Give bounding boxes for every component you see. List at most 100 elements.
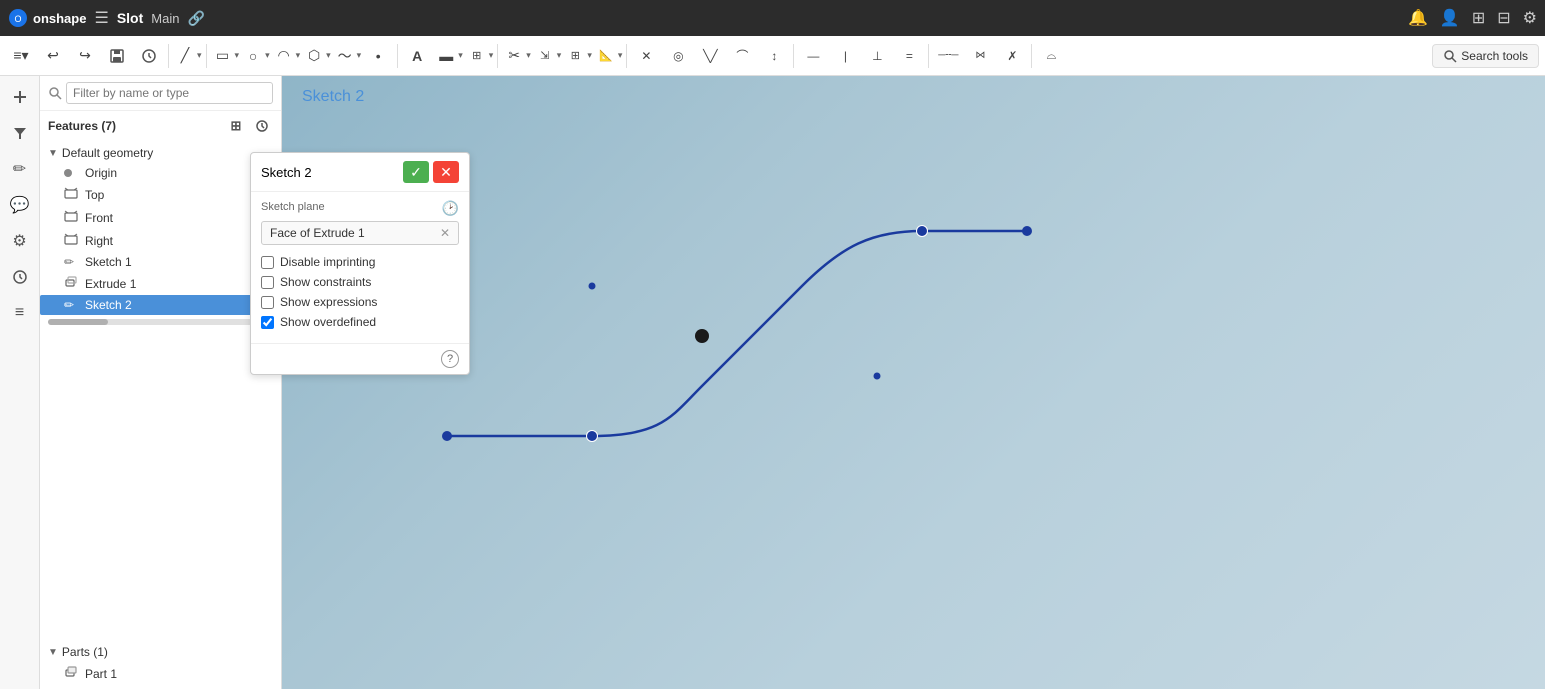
origin-item[interactable]: Origin [40,163,281,183]
history-clock-icon[interactable] [5,262,35,292]
feature-list-toggle-button[interactable]: ≡▾ [6,41,36,71]
measure-tool-arrow[interactable]: ▾ [618,50,623,61]
measure-tool-group[interactable]: 📐 ▾ [594,41,623,71]
pattern-tool-button[interactable]: ⊞ [563,41,587,71]
rectangle-tool-button[interactable]: ▭ [211,41,235,71]
fix-constraint-button[interactable]: ✗ [997,41,1027,71]
show-expressions-checkbox[interactable] [261,296,274,309]
sym-constraint-button[interactable]: ⋈ [965,41,995,71]
feature-scrollbar-thumb[interactable] [48,319,108,325]
layout-icon[interactable]: ⊟ [1497,8,1510,28]
measure-tool-button[interactable]: 📐 [594,41,618,71]
transform-tool-group[interactable]: ⊞ ▾ [465,41,494,71]
text-tool-button[interactable]: A [402,41,432,71]
horizontal-constraint-button[interactable]: — [798,41,828,71]
control-point-2[interactable] [917,226,928,237]
part1-item[interactable]: Part 1 [40,662,281,685]
endpoint-right[interactable] [1022,226,1032,236]
tangent-constraint-button[interactable]: ⌒ [727,41,757,71]
line-tool-group[interactable]: ╱ ▾ [173,41,202,71]
arc-tool-button[interactable]: ◠ [272,41,296,71]
perpendicular-constraint-button[interactable]: ⊥ [862,41,892,71]
top-plane-item[interactable]: Top [40,183,281,206]
control-point-1[interactable] [587,431,598,442]
hamburger-menu[interactable]: ☰ [94,8,108,28]
notifications-icon[interactable]: 🔔 [1408,8,1428,28]
arc-tool-group[interactable]: ◠ ▾ [272,41,301,71]
sketch2-item[interactable]: ✏ Sketch 2 [40,295,281,315]
show-overdefined-checkbox[interactable] [261,316,274,329]
spline-tool-arrow[interactable]: ▾ [357,50,362,61]
settings-cog-icon[interactable]: ⚙ [5,226,35,256]
equal-constraint-button[interactable]: ─╌─ [933,41,963,71]
line-tool-arrow[interactable]: ▾ [197,50,202,61]
filter-icon[interactable] [5,118,35,148]
line-tool-button[interactable]: ╱ [173,41,197,71]
history-button[interactable] [134,41,164,71]
link-icon[interactable]: 🔗 [187,10,204,27]
polygon-tool-button[interactable]: ⬡ [302,41,326,71]
sketch-plane-clear-button[interactable]: ✕ [440,226,450,240]
point-tool-button[interactable]: • [363,41,393,71]
arc-tool-arrow[interactable]: ▾ [296,50,301,61]
save-button[interactable] [102,41,132,71]
polygon-tool-arrow[interactable]: ▾ [326,50,331,61]
feature-scrollbar[interactable] [48,319,273,325]
feature-history-icon[interactable] [251,115,273,137]
slot-tool-arrow[interactable]: ▾ [458,50,463,61]
redo-button[interactable]: ↪ [70,41,100,71]
settings-icon[interactable]: ⚙ [1523,8,1537,28]
chat-icon[interactable]: 💬 [5,190,35,220]
parts-group[interactable]: ▼ Parts (1) [40,642,281,662]
spline-tool-button[interactable]: 〜 [333,41,357,71]
coincident-constraint-button[interactable]: ✕ [631,41,661,71]
extrude1-item[interactable]: Extrude 1 [40,272,281,295]
slot-tool-button[interactable]: ▬ [434,41,458,71]
transform-tool-arrow[interactable]: ▾ [489,50,494,61]
undo-button[interactable]: ↩ [38,41,68,71]
offset-tool-arrow[interactable]: ▾ [557,50,562,61]
circle-tool-button[interactable]: ○ [241,41,265,71]
concentric-constraint-button[interactable]: ◎ [663,41,693,71]
offset-tool-button[interactable]: ⇲ [533,41,557,71]
parts-list-icon[interactable]: ≡ [5,298,35,328]
arc-dim-button[interactable]: ⌓ [1036,41,1066,71]
disable-imprinting-checkbox[interactable] [261,256,274,269]
trim-tool-group[interactable]: ✂ ▾ [502,41,531,71]
front-plane-item[interactable]: Front [40,206,281,229]
transform-tool-button[interactable]: ⊞ [465,41,489,71]
rectangle-tool-group[interactable]: ▭ ▾ [211,41,240,71]
polygon-tool-group[interactable]: ⬡ ▾ [302,41,331,71]
feature-display-icon[interactable]: ⊞ [225,115,247,137]
add-feature-icon[interactable] [5,82,35,112]
grid-icon[interactable]: ⊞ [1472,8,1485,28]
main-tab[interactable]: Main [151,11,179,26]
parallel-constraint-button[interactable]: = [894,41,924,71]
show-constraints-checkbox[interactable] [261,276,274,289]
vertical-constraint-button[interactable]: | [830,41,860,71]
circle-tool-group[interactable]: ○ ▾ [241,41,270,71]
pattern-tool-group[interactable]: ⊞ ▾ [563,41,592,71]
sketch-icon-side[interactable]: ✏ [5,154,35,184]
collinear-constraint-button[interactable]: ╲╱ [695,41,725,71]
pattern-tool-arrow[interactable]: ▾ [587,50,592,61]
search-tools-button[interactable]: Search tools [1432,44,1539,68]
feature-search-input[interactable] [66,82,273,104]
sketch-clock-button[interactable]: 🕑 [442,200,459,217]
slot-tool-group[interactable]: ▬ ▾ [434,41,463,71]
right-plane-item[interactable]: Right [40,229,281,252]
help-icon[interactable]: ? [441,350,459,368]
offset-tool-group[interactable]: ⇲ ▾ [533,41,562,71]
sketch-cancel-button[interactable]: ✕ [433,161,459,183]
trim-tool-arrow[interactable]: ▾ [526,50,531,61]
account-icon[interactable]: 👤 [1440,8,1460,28]
spline-tool-group[interactable]: 〜 ▾ [333,41,362,71]
sketch-confirm-button[interactable]: ✓ [403,161,429,183]
control-point-mid[interactable] [695,329,709,343]
default-geometry-group[interactable]: ▼ Default geometry [40,143,281,163]
rectangle-tool-arrow[interactable]: ▾ [235,50,240,61]
circle-tool-arrow[interactable]: ▾ [265,50,270,61]
canvas[interactable]: Sketch 2 [282,76,1545,689]
sketch1-item[interactable]: ✏ Sketch 1 [40,252,281,272]
sketch-plane-select[interactable]: Face of Extrude 1 ✕ [261,221,459,245]
